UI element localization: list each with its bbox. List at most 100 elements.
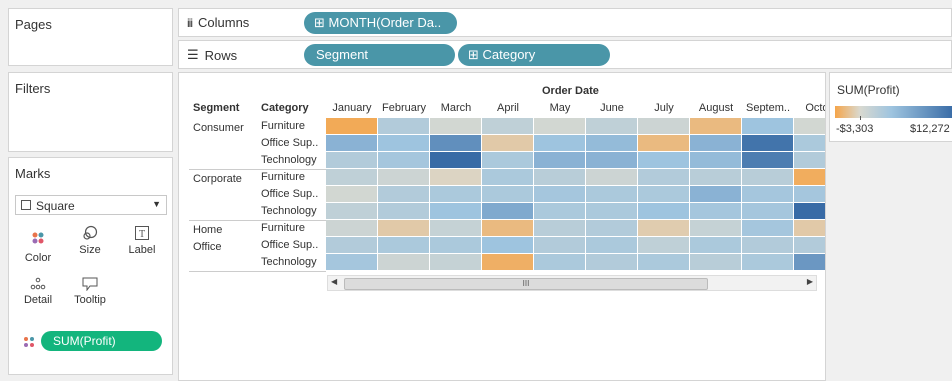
heatmap-cell[interactable] <box>482 118 533 134</box>
heatmap-cell[interactable] <box>430 152 481 168</box>
heatmap-cell[interactable] <box>690 220 741 236</box>
heatmap-cell[interactable] <box>430 135 481 151</box>
heatmap-cell[interactable] <box>430 118 481 134</box>
heatmap-cell[interactable] <box>690 169 741 185</box>
heatmap-cell[interactable] <box>378 254 429 270</box>
heatmap-cell[interactable] <box>638 254 689 270</box>
heatmap-cell[interactable] <box>326 237 377 253</box>
heatmap-cell[interactable] <box>534 118 585 134</box>
heatmap-cell[interactable] <box>794 135 825 151</box>
heatmap-cell[interactable] <box>326 186 377 202</box>
heatmap-cell[interactable] <box>742 135 793 151</box>
heatmap-cell[interactable] <box>794 254 825 270</box>
scrollbar-thumb[interactable]: III <box>344 278 708 290</box>
heatmap-cell[interactable] <box>794 118 825 134</box>
category-pill[interactable]: ⊞ Category <box>458 44 610 66</box>
heatmap-cell[interactable] <box>638 237 689 253</box>
heatmap-cell[interactable] <box>586 237 637 253</box>
heatmap-cell[interactable] <box>742 152 793 168</box>
heatmap-cell[interactable] <box>586 169 637 185</box>
heatmap-cell[interactable] <box>586 152 637 168</box>
heatmap-cell[interactable] <box>534 254 585 270</box>
heatmap-cell[interactable] <box>690 152 741 168</box>
columns-shelf[interactable]: iii Columns ⊞ MONTH(Order Da.. <box>178 8 952 37</box>
heatmap-cell[interactable] <box>430 186 481 202</box>
pages-card[interactable]: Pages <box>8 8 173 66</box>
size-button[interactable]: Size <box>67 222 113 266</box>
heatmap-cell[interactable] <box>586 186 637 202</box>
heatmap-cell[interactable] <box>690 237 741 253</box>
heatmap-cell[interactable] <box>482 203 533 219</box>
heatmap-cell[interactable] <box>794 237 825 253</box>
heatmap-cell[interactable] <box>430 169 481 185</box>
label-button[interactable]: T Label <box>119 222 165 266</box>
heatmap-cell[interactable] <box>534 220 585 236</box>
color-legend[interactable]: SUM(Profit) -$3,303 $12,272 <box>829 72 952 142</box>
heatmap-cell[interactable] <box>326 135 377 151</box>
heatmap-cell[interactable] <box>378 118 429 134</box>
heatmap-cell[interactable] <box>378 203 429 219</box>
heatmap-cell[interactable] <box>638 220 689 236</box>
heatmap-cell[interactable] <box>482 135 533 151</box>
heatmap-cell[interactable] <box>690 203 741 219</box>
heatmap-cell[interactable] <box>742 169 793 185</box>
heatmap-cell[interactable] <box>742 186 793 202</box>
scroll-right-icon[interactable]: ▶ <box>807 277 813 286</box>
heatmap-cell[interactable] <box>742 254 793 270</box>
heatmap-cell[interactable] <box>326 220 377 236</box>
heatmap-cell[interactable] <box>378 220 429 236</box>
horizontal-scrollbar[interactable]: ◀ III ▶ <box>327 275 817 291</box>
sum-profit-pill[interactable]: SUM(Profit) <box>41 331 162 351</box>
color-button[interactable]: Color <box>15 222 61 266</box>
heatmap-cell[interactable] <box>638 169 689 185</box>
heatmap-cell[interactable] <box>482 169 533 185</box>
heatmap-cell[interactable] <box>534 203 585 219</box>
heatmap-cell[interactable] <box>586 254 637 270</box>
heatmap-cell[interactable] <box>794 169 825 185</box>
heatmap-cell[interactable] <box>534 152 585 168</box>
heatmap-cell[interactable] <box>326 169 377 185</box>
heatmap-cell[interactable] <box>690 135 741 151</box>
heatmap-cell[interactable] <box>534 237 585 253</box>
heatmap-cell[interactable] <box>690 254 741 270</box>
heatmap-cell[interactable] <box>742 237 793 253</box>
heatmap-cell[interactable] <box>326 118 377 134</box>
heatmap-cell[interactable] <box>794 152 825 168</box>
heatmap-cell[interactable] <box>534 186 585 202</box>
heatmap-cell[interactable] <box>326 203 377 219</box>
heatmap-cell[interactable] <box>638 118 689 134</box>
heatmap-cell[interactable] <box>586 220 637 236</box>
month-order-date-pill[interactable]: ⊞ MONTH(Order Da.. <box>304 12 457 34</box>
heatmap-cell[interactable] <box>534 135 585 151</box>
heatmap-cell[interactable] <box>690 118 741 134</box>
heatmap-cell[interactable] <box>742 220 793 236</box>
heatmap-cell[interactable] <box>430 203 481 219</box>
heatmap-cell[interactable] <box>378 237 429 253</box>
heatmap-cell[interactable] <box>482 254 533 270</box>
heatmap-cell[interactable] <box>794 220 825 236</box>
segment-pill[interactable]: Segment <box>304 44 455 66</box>
heatmap-cell[interactable] <box>742 118 793 134</box>
heatmap-cell[interactable] <box>638 135 689 151</box>
heatmap-cell[interactable] <box>794 203 825 219</box>
heatmap-cell[interactable] <box>742 203 793 219</box>
heatmap-cell[interactable] <box>378 169 429 185</box>
heatmap-cell[interactable] <box>378 152 429 168</box>
heatmap-cell[interactable] <box>378 135 429 151</box>
scroll-left-icon[interactable]: ◀ <box>331 277 337 286</box>
heatmap-cell[interactable] <box>430 237 481 253</box>
heatmap-cell[interactable] <box>430 220 481 236</box>
heatmap-cell[interactable] <box>482 237 533 253</box>
heatmap-cell[interactable] <box>586 203 637 219</box>
heatmap-cell[interactable] <box>326 152 377 168</box>
heatmap-cell[interactable] <box>690 186 741 202</box>
heatmap-cell[interactable] <box>638 186 689 202</box>
heatmap-cell[interactable] <box>638 152 689 168</box>
heatmap-cell[interactable] <box>482 152 533 168</box>
heatmap-cell[interactable] <box>586 118 637 134</box>
heatmap-cell[interactable] <box>534 169 585 185</box>
heatmap-cell[interactable] <box>378 186 429 202</box>
detail-button[interactable]: Detail <box>15 272 61 316</box>
heatmap-cell[interactable] <box>794 186 825 202</box>
rows-shelf[interactable]: ☰ Rows Segment ⊞ Category <box>178 40 952 69</box>
